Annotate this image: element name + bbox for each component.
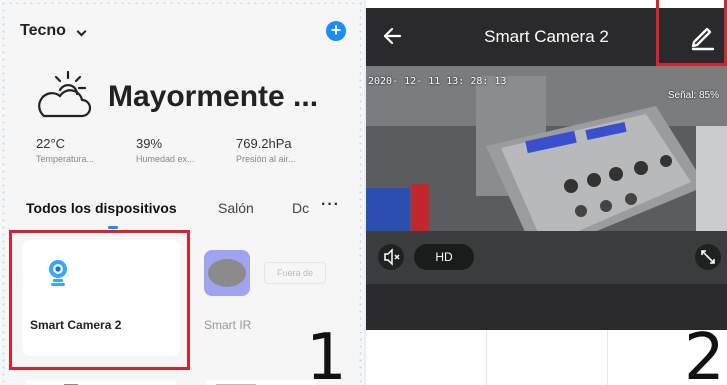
mute-button[interactable] <box>378 244 404 270</box>
tab-salon[interactable]: Salón <box>218 200 254 216</box>
grid-divider <box>486 330 487 385</box>
fullscreen-icon <box>701 250 715 264</box>
device-name: Smart IR <box>204 318 252 332</box>
chevron-down-icon[interactable] <box>76 26 87 37</box>
home-selector[interactable]: Tecno <box>20 22 66 40</box>
tab-all-devices[interactable]: Todos los dispositivos <box>26 200 177 216</box>
video-timestamp: 2020- 12- 11 13: 28: 13 <box>368 76 507 87</box>
pressure-stat: 769.2hPa Presión al air... <box>236 136 296 164</box>
humidity-stat: 39% Humedad ex... <box>136 136 195 164</box>
fullscreen-button[interactable] <box>695 244 721 270</box>
more-tabs-icon[interactable]: ··· <box>321 196 340 214</box>
highlight-box-step-2 <box>656 0 727 66</box>
add-device-button[interactable]: + <box>326 21 346 41</box>
step-number-2: 2 <box>684 321 725 385</box>
weather-condition: Mayormente ... <box>108 80 319 113</box>
temperature-stat: 22°C Temperatura... <box>36 136 94 164</box>
humidity-label: Humedad ex... <box>136 154 195 164</box>
ir-remote-icon <box>204 250 250 296</box>
signal-strength: Señal: 85% <box>667 90 719 101</box>
humidity-value: 39% <box>136 136 163 151</box>
speaker-muted-icon <box>384 248 400 266</box>
offline-badge: Fuera de <box>264 262 326 284</box>
cloud-sun-icon <box>38 70 92 118</box>
highlight-box-step-1 <box>9 230 190 370</box>
camera-screen-panel: Smart Camera 2 2020- 12- 11 13: 28: 13 S… <box>366 0 727 385</box>
home-screen-panel: Tecno + Mayormente ... 22°C Temperatura.… <box>0 0 364 385</box>
quality-button[interactable]: HD <box>414 244 474 270</box>
live-video-feed[interactable]: 2020- 12- 11 13: 28: 13 Señal: 85% HD <box>366 66 727 284</box>
plus-circle-icon: + <box>330 20 342 40</box>
pressure-label: Presión al air... <box>236 154 296 164</box>
temperature-label: Temperatura... <box>36 154 95 164</box>
step-number-1: 1 <box>306 321 347 385</box>
grid-divider <box>607 330 608 385</box>
ir-device-shape <box>208 259 246 287</box>
camera-controls-grid <box>366 330 727 385</box>
active-tab-indicator <box>108 226 118 229</box>
more-devices-row <box>26 380 316 385</box>
tab-dc[interactable]: Dc <box>292 200 312 216</box>
pressure-value: 769.2hPa <box>236 136 292 151</box>
temperature-value: 22°C <box>36 136 66 151</box>
home-header: Tecno + <box>14 14 352 48</box>
room-tabs: Todos los dispositivos Salón Dc ··· <box>8 196 358 234</box>
